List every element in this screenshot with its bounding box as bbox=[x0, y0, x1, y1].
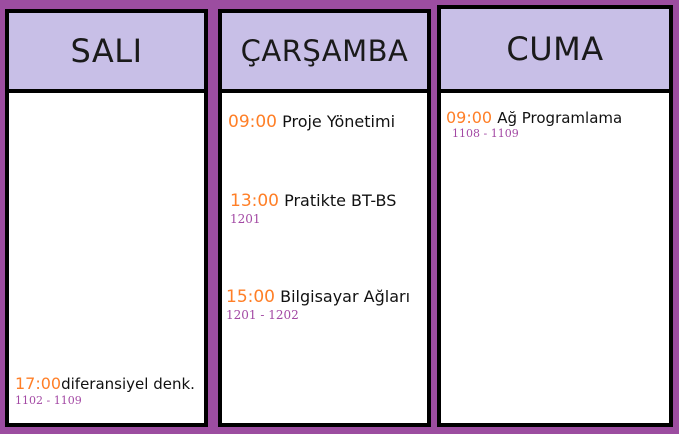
column-carsamba: ÇARŞAMBA 09:00 Proje Yönetimi 13:00 Prat… bbox=[218, 9, 431, 427]
column-header-carsamba: ÇARŞAMBA bbox=[222, 13, 427, 93]
entry-time: 17:00 bbox=[15, 374, 62, 393]
day-title-cuma: CUMA bbox=[506, 30, 604, 68]
entry-course: Ağ Programlama bbox=[497, 109, 623, 127]
schedule-entry: 15:00 Bilgisayar Ağları 1201 - 1202 bbox=[226, 287, 411, 322]
entry-time: 09:00 bbox=[446, 108, 493, 127]
entry-room: 1102 - 1109 bbox=[15, 394, 82, 407]
entry-room: 1201 bbox=[230, 212, 261, 226]
schedule-entry: 09:00 Ağ Programlama 1108 - 1109 bbox=[446, 108, 623, 140]
entry-course: Pratikte BT-BS bbox=[284, 191, 397, 210]
day-title-sali: SALI bbox=[70, 32, 143, 70]
column-header-sali: SALI bbox=[9, 13, 204, 93]
entry-time: 15:00 bbox=[226, 287, 275, 307]
column-sali: SALI 17:00diferansiyel denk. 1102 - 1109 bbox=[5, 9, 208, 427]
column-header-cuma: CUMA bbox=[441, 9, 669, 93]
entry-room: 1201 - 1202 bbox=[226, 308, 299, 322]
schedule-entry: 09:00 Proje Yönetimi bbox=[228, 114, 395, 131]
schedule-entry: 13:00 Pratikte BT-BS 1201 bbox=[230, 191, 397, 226]
entry-time: 13:00 bbox=[230, 191, 279, 211]
column-cuma: CUMA 09:00 Ağ Programlama 1108 - 1109 bbox=[437, 5, 673, 427]
day-title-carsamba: ÇARŞAMBA bbox=[240, 33, 409, 68]
entry-course: Proje Yönetimi bbox=[282, 112, 396, 131]
entry-room: 1108 - 1109 bbox=[452, 127, 519, 140]
entry-course: diferansiyel denk. bbox=[61, 375, 195, 393]
entry-course: Bilgisayar Ağları bbox=[280, 287, 411, 306]
schedule-entry: 17:00diferansiyel denk. 1102 - 1109 bbox=[15, 374, 195, 407]
entry-time: 09:00 bbox=[228, 112, 277, 132]
